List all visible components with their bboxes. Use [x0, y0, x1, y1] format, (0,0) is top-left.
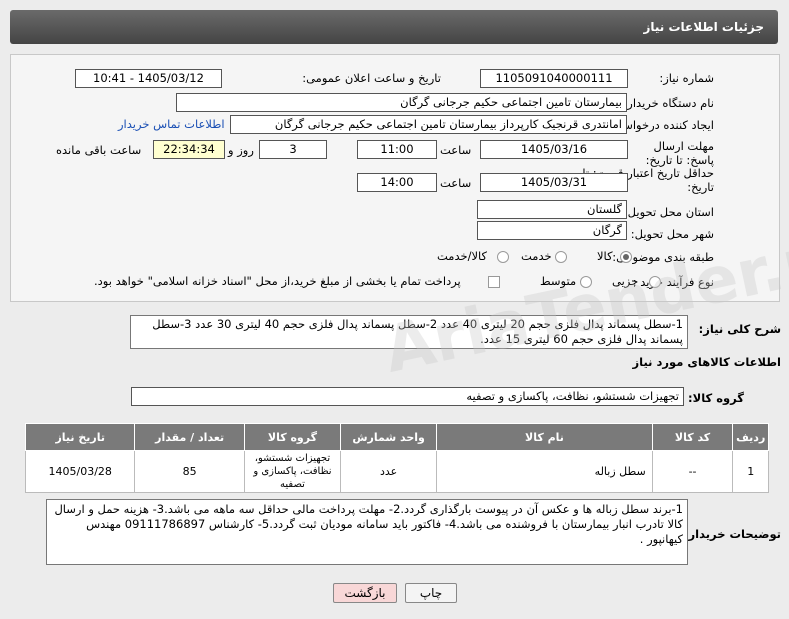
- category-radio-goods[interactable]: [620, 251, 632, 263]
- print-button[interactable]: چاپ: [405, 583, 457, 603]
- purchase-radio-minor[interactable]: [649, 276, 661, 288]
- announce-date-field: 1405/03/12 - 10:41: [75, 69, 222, 88]
- treasury-note: پرداخت تمام یا بخشی از مبلغ خرید،از محل …: [94, 274, 461, 288]
- requester-field: امانتدری قرنجیک کارپرداز بیمارستان تامین…: [230, 115, 627, 134]
- cell-row: 1: [732, 450, 769, 493]
- purchase-option-medium: متوسط: [540, 274, 577, 288]
- window-title-bar: جزئیات اطلاعات نیاز: [10, 10, 778, 44]
- goods-group-field: تجهیزات شستشو، نظافت، پاکسازی و تصفیه: [131, 387, 684, 406]
- price-validity-time-field: 14:00: [357, 173, 437, 192]
- reply-time-field: 11:00: [357, 140, 437, 159]
- price-validity-date-field: 1405/03/31: [480, 173, 628, 192]
- buyer-notes-label: توضیحات خریدار:: [683, 527, 781, 541]
- category-option-goods-service: کالا/خدمت: [437, 249, 488, 263]
- announce-date-label: تاریخ و ساعت اعلان عمومی:: [302, 71, 441, 85]
- cell-code: --: [651, 450, 734, 493]
- category-radio-goods-service[interactable]: [497, 251, 509, 263]
- col-name: نام کالا: [436, 423, 653, 451]
- col-need-date: تاریخ نیاز: [24, 423, 136, 451]
- back-button[interactable]: بازگشت: [333, 583, 397, 603]
- reply-date-field: 1405/03/16: [480, 140, 628, 159]
- cell-group: تجهیزات شستشو، نظافت، پاکسازی و تصفیه: [243, 450, 342, 493]
- province-label: استان محل تحویل:: [623, 205, 714, 219]
- city-label: شهر محل تحویل:: [630, 227, 714, 241]
- buyer-contact-link[interactable]: اطلاعات تماس خریدار: [118, 117, 225, 131]
- category-option-service: خدمت: [521, 249, 552, 263]
- purchase-option-minor: جزیی: [612, 274, 639, 288]
- reply-days-field: 3: [259, 140, 327, 159]
- reply-days-label: روز و: [228, 143, 254, 157]
- col-code: کد کالا: [651, 423, 734, 451]
- category-option-goods: کالا: [597, 249, 613, 263]
- reply-deadline-label: مهلت ارسال پاسخ: تا تاریخ:: [645, 139, 714, 167]
- description-label: شرح کلی نیاز:: [698, 322, 781, 336]
- window-title: جزئیات اطلاعات نیاز: [643, 20, 764, 34]
- reply-time-label: ساعت: [440, 143, 472, 157]
- buyer-label: نام دستگاه خریدار:: [623, 96, 714, 110]
- description-field: 1-سطل پسماند پدال فلزی حجم 20 لیتری 40 ع…: [130, 315, 688, 349]
- remaining-time-field: 22:34:34: [153, 140, 225, 159]
- category-radio-service[interactable]: [555, 251, 567, 263]
- price-validity-time-label: ساعت: [440, 176, 472, 190]
- need-number-field: 1105091040000111: [480, 69, 628, 88]
- city-field: گرگان: [477, 221, 627, 240]
- cell-name: سطل زباله: [436, 450, 653, 493]
- col-row: ردیف: [732, 423, 769, 451]
- col-quantity: تعداد / مقدار: [134, 423, 245, 451]
- cell-unit: عدد: [340, 450, 438, 493]
- cell-need-date: 1405/03/28: [24, 450, 136, 493]
- col-group: گروه کالا: [243, 423, 342, 451]
- need-number-label: شماره نیاز:: [659, 71, 714, 85]
- buyer-field: بیمارستان تامین اجتماعی حکیم جرجانی گرگا…: [176, 93, 627, 112]
- goods-table: ردیف کد کالا نام کالا واحد شمارش گروه کا…: [24, 423, 769, 493]
- goods-section-title: اطلاعات کالاهای مورد نیاز: [632, 355, 781, 369]
- col-unit: واحد شمارش: [340, 423, 438, 451]
- purchase-type-label: نوع فرآیند خرید :: [632, 275, 714, 289]
- cell-quantity: 85: [134, 450, 245, 493]
- table-row: 1 -- سطل زباله عدد تجهیزات شستشو، نظافت،…: [24, 450, 769, 493]
- goods-group-label: گروه کالا:: [688, 391, 744, 405]
- buyer-notes-field: 1-برند سطل زباله ها و عکس آن در پیوست با…: [46, 499, 688, 565]
- remaining-time-label: ساعت باقی مانده: [56, 143, 142, 157]
- treasury-checkbox[interactable]: [488, 276, 500, 288]
- purchase-radio-medium[interactable]: [580, 276, 592, 288]
- province-field: گلستان: [477, 200, 627, 219]
